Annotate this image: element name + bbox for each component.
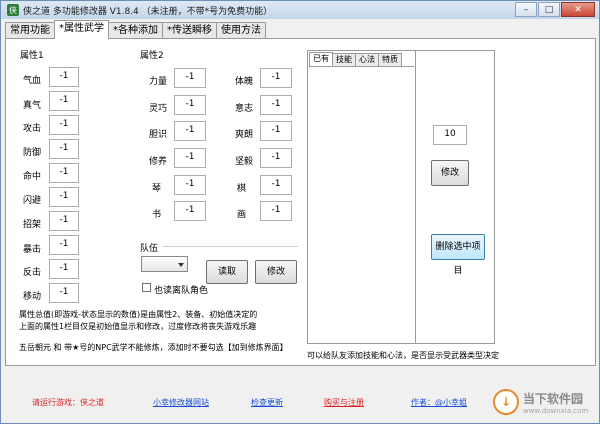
attr2-label-cultivation: 修养: [149, 157, 168, 167]
attr2-input-courage[interactable]: -1: [174, 121, 206, 141]
skills-subtabs: 已有 技能 心法 特质: [309, 52, 402, 66]
attr1-title: 属性1: [20, 51, 44, 61]
subtab-owned[interactable]: 已有: [309, 52, 333, 66]
attr1-label-parry: 招架: [23, 220, 42, 230]
subtab-trait[interactable]: 特质: [378, 53, 402, 66]
attr1-label-hit: 命中: [23, 172, 42, 182]
skills-list[interactable]: [309, 66, 414, 342]
minimize-button[interactable]: –: [515, 2, 537, 17]
attributes-panel: 属性1 气血 -1 真气 -1 攻击 -1 防御 -1 命中 -1 闪避 -1 …: [5, 38, 596, 366]
attr2-input-cultivation[interactable]: -1: [174, 148, 206, 168]
tab-attributes[interactable]: *属性武学: [54, 20, 109, 39]
window-controls: – □ ✕: [514, 2, 595, 17]
attr2-input-physique[interactable]: -1: [260, 68, 292, 88]
run-game-label: 请运行游戏：侠之道: [32, 398, 104, 407]
watermark-text: 当下软件园 www.downxia.com: [523, 390, 588, 415]
subtab-skill[interactable]: 技能: [332, 53, 356, 66]
attr2-input-agility[interactable]: -1: [174, 95, 206, 115]
main-tabs: 常用功能 *属性武学 *各种添加 *传送瞬移 使用方法: [5, 20, 266, 39]
skill-value-input[interactable]: 10: [433, 125, 467, 145]
tab-usage[interactable]: 使用方法: [216, 22, 266, 39]
attr2-label-shu: 书: [152, 210, 162, 220]
attr2-label-physique: 体魄: [235, 77, 254, 87]
attr1-label-hp: 气血: [23, 76, 42, 86]
attr2-label-qi-chess: 棋: [237, 184, 247, 194]
attr1-label-counter: 反击: [23, 268, 42, 278]
check-update-link[interactable]: 检查更新: [251, 397, 283, 408]
attr2-input-will[interactable]: -1: [260, 95, 292, 115]
tab-teleport[interactable]: *传送瞬移: [162, 22, 217, 39]
attr1-label-crit: 暴击: [23, 245, 42, 255]
attr1-input-attack[interactable]: -1: [49, 115, 79, 135]
app-icon: 侠: [7, 4, 19, 16]
skill-modify-button[interactable]: 修改: [431, 160, 469, 186]
attr1-input-parry[interactable]: -1: [49, 211, 79, 231]
attr2-label-qin: 琴: [152, 184, 162, 194]
attr2-label-courage: 胆识: [149, 130, 168, 140]
tab-common[interactable]: 常用功能: [5, 22, 55, 39]
attr1-label-qi: 真气: [23, 101, 42, 111]
attr1-input-hp[interactable]: -1: [49, 67, 79, 87]
attr1-input-defense[interactable]: -1: [49, 139, 79, 159]
attr2-label-agility: 灵巧: [149, 104, 168, 114]
attr2-input-cheer[interactable]: -1: [260, 121, 292, 141]
attr1-input-move[interactable]: -1: [49, 283, 79, 303]
attr2-input-shu[interactable]: -1: [174, 201, 206, 221]
attr2-input-hua[interactable]: -1: [260, 201, 292, 221]
attr2-label-hua: 画: [237, 210, 247, 220]
note-line-2: 上面的属性1栏目仅是初始值显示和修改，过度修改将丧失游戏乐趣: [19, 322, 257, 331]
attr2-input-qi-chess[interactable]: -1: [260, 175, 292, 195]
website-link[interactable]: 小幸修改器网站: [153, 397, 209, 408]
subtab-mind[interactable]: 心法: [355, 53, 379, 66]
include-left-label: 也读离队角色: [154, 286, 209, 296]
note-line-3: 五岳朝元 和 带★号的NPC武学不能修炼，添加时不要勾选【加到修炼界面】: [19, 343, 288, 352]
team-select[interactable]: [141, 256, 188, 272]
attr2-label-will: 意志: [235, 104, 254, 114]
attr2-input-firm[interactable]: -1: [260, 148, 292, 168]
attr1-label-defense: 防御: [23, 148, 42, 158]
title-bar: 侠 侠之道 多功能修改器 V1.8.4 （未注册，不带*号为免费功能） – □ …: [1, 1, 599, 19]
skills-note: 可以给队友添加技能和心法，是否显示受武器类型决定: [307, 351, 499, 360]
attr1-input-hit[interactable]: -1: [49, 163, 79, 183]
team-modify-button[interactable]: 修改: [255, 260, 297, 284]
attr1-label-move: 移动: [23, 292, 42, 302]
watermark-line-2: www.downxia.com: [523, 406, 589, 415]
attr1-input-crit[interactable]: -1: [49, 235, 79, 255]
read-button[interactable]: 读取: [206, 260, 248, 284]
skills-list-box: 已有 技能 心法 特质: [307, 50, 416, 344]
chevron-down-icon: [178, 263, 184, 267]
attr1-input-dodge[interactable]: -1: [49, 187, 79, 207]
attr2-label-strength: 力量: [149, 77, 168, 87]
maximize-button[interactable]: □: [538, 2, 560, 17]
delete-selected-button[interactable]: 删除选中项目: [431, 234, 485, 276]
attr2-label-cheer: 爽朗: [235, 130, 254, 140]
window-title: 侠之道 多功能修改器 V1.8.4 （未注册，不带*号为免费功能）: [23, 6, 273, 17]
attr2-label-firm: 坚毅: [235, 157, 254, 167]
note-line-1: 属性总值(即游戏-状态显示的数值)是由属性2、装备、初始值决定的: [19, 310, 258, 319]
attr1-input-qi[interactable]: -1: [49, 91, 79, 111]
close-button[interactable]: ✕: [561, 2, 595, 17]
attr1-label-attack: 攻击: [23, 124, 42, 134]
attr2-input-qin[interactable]: -1: [174, 175, 206, 195]
attr1-input-counter[interactable]: -1: [49, 259, 79, 279]
watermark: ↓ 当下软件园 www.downxia.com: [493, 383, 597, 421]
attr1-label-dodge: 闪避: [23, 196, 42, 206]
team-group-line: [163, 246, 298, 247]
main-window: 侠 侠之道 多功能修改器 V1.8.4 （未注册，不带*号为免费功能） – □ …: [0, 0, 600, 424]
author-link[interactable]: 作者：@小幸姐: [411, 397, 467, 408]
tab-add[interactable]: *各种添加: [108, 22, 163, 39]
attr2-input-strength[interactable]: -1: [174, 68, 206, 88]
watermark-line-1: 当下软件园: [523, 391, 584, 406]
buy-register-link[interactable]: 购买与注册: [324, 397, 364, 408]
attr2-title: 属性2: [140, 51, 164, 61]
skills-action-box: [416, 50, 495, 344]
downxia-logo-icon: ↓: [493, 389, 519, 415]
team-title: 队伍: [140, 244, 159, 254]
include-left-checkbox[interactable]: [142, 283, 151, 292]
